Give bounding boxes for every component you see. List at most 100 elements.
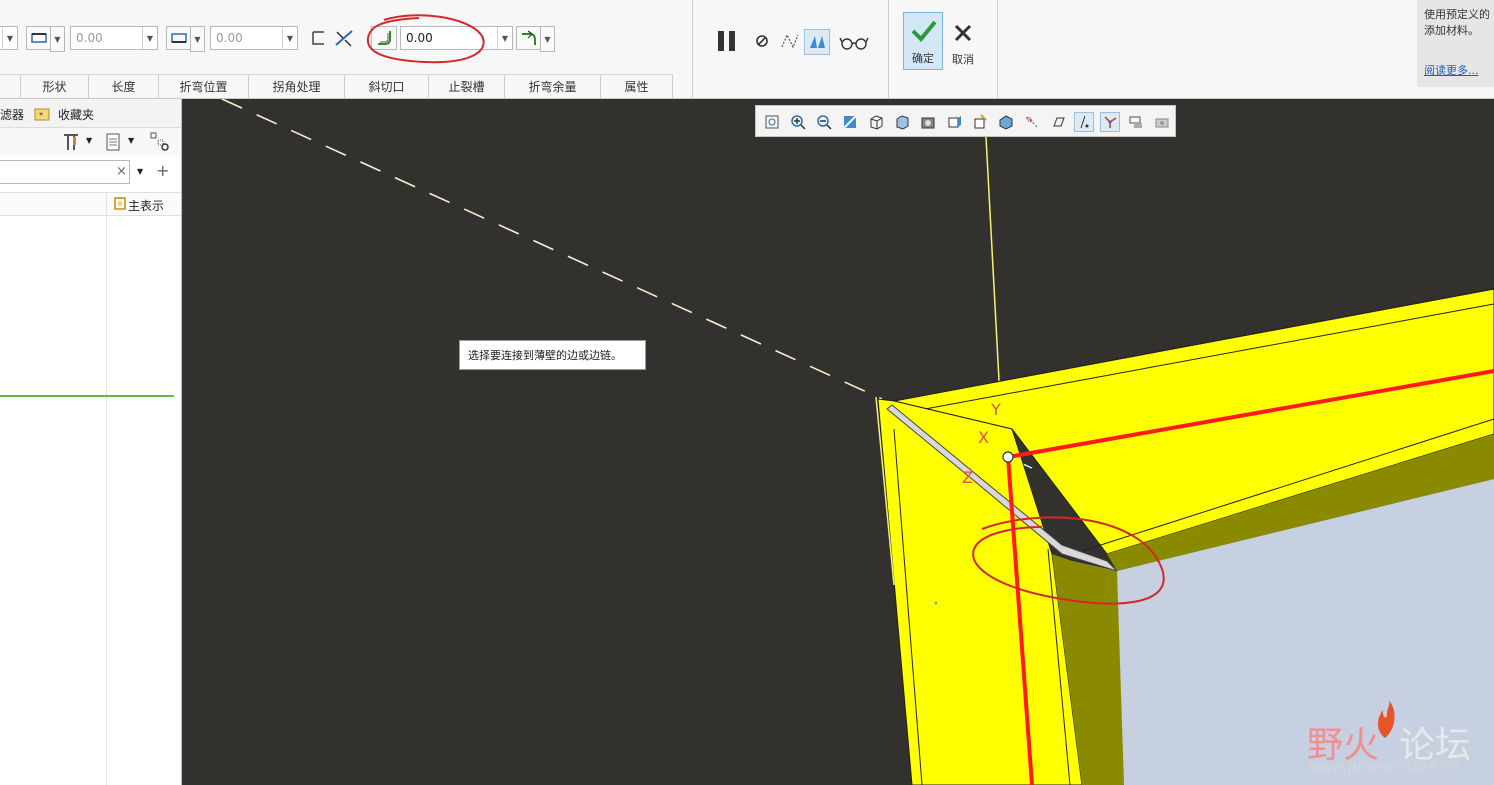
view-toolbar: % [755,105,1176,137]
svg-text:*: * [39,111,43,120]
offset-option-button[interactable]: ▼ [166,26,205,52]
axis-label-x: X [978,428,989,447]
tools-icon[interactable] [62,132,80,152]
add-icon[interactable]: + [156,161,169,180]
chevron-down-icon[interactable]: ▼ [190,26,205,52]
chevron-down-icon[interactable]: ▼ [86,136,92,145]
refit-button[interactable] [762,112,782,132]
offset-option-icon [171,33,187,43]
datum-csys-button[interactable] [1100,112,1120,132]
chevron-down-icon: ▼ [2,27,17,49]
annotation-icon [1129,116,1142,128]
saved-orientations-button[interactable] [892,112,912,132]
appearance-icon [999,115,1013,130]
chevron-down-icon[interactable]: ▼ [50,26,65,52]
flip-side-icon [312,31,324,45]
axis-label-z: Z [962,468,973,487]
type-dropdown[interactable]: ▼ [0,26,18,50]
tab-label: 形状 [42,80,67,94]
tab-shape[interactable]: 形状 [21,74,89,98]
perspective-button[interactable] [944,112,964,132]
favorites-folder-icon: * [34,108,50,121]
spin-center-icon [1155,118,1169,128]
tab-filter[interactable]: 滤器 [0,106,24,123]
watermark: 野火 论坛 www.proewildfire.cn [1307,700,1487,780]
tab-length[interactable]: 长度 [89,74,159,98]
show-document-icon[interactable] [104,132,122,152]
flip-side-button[interactable] [308,26,330,50]
chevron-down-icon: ▼ [142,27,157,49]
display-style-button[interactable] [866,112,886,132]
zoom-in-button[interactable] [788,112,808,132]
annotation-ellipse [366,14,485,64]
section-button[interactable] [970,112,990,132]
tab-label: 折弯位置 [179,80,228,94]
watermark-url: www.proewildfire.cn [1309,760,1460,775]
radius-dimension-button[interactable]: ▼ [516,26,555,52]
tab-miter-cut[interactable]: 斜切口 [345,74,429,98]
zoom-in-icon [791,115,806,130]
spin-center-button[interactable] [1152,112,1172,132]
datum-axes-icon: % [1026,116,1038,128]
detached-preview-icon [810,36,825,48]
perspective-icon [948,116,961,128]
ok-label: 确定 [912,52,934,65]
clear-icon[interactable]: × [116,164,127,179]
read-more-link[interactable]: 阅读更多... [1424,63,1479,78]
chevron-down-icon[interactable]: ▼ [128,136,134,145]
cancel-label: 取消 [952,53,974,66]
radius-dimension-icon [522,30,536,45]
section-icon [974,114,987,129]
master-representation-header: 主表示 [128,199,165,213]
datum-planes-button[interactable] [1048,112,1068,132]
edge-start-point [1002,451,1014,463]
wall-width-option-button[interactable]: ▼ [26,26,65,52]
tab-relief[interactable]: 止裂槽 [429,74,505,98]
model-tree-panel: 滤器 * 收藏夹 ▼ ▼ × ▼ + 主表示 [0,99,182,785]
ok-button[interactable]: 确定 [903,12,943,70]
divider [692,0,693,98]
width-value-field[interactable]: 0.00 ▼ [70,26,158,50]
tab-label: 折弯余量 [528,80,577,94]
appearance-button[interactable] [996,112,1016,132]
offset-value-field[interactable]: 0.00 ▼ [210,26,298,50]
orientation-icon [896,115,909,130]
csys-icon [1104,116,1117,128]
tab-partial[interactable] [0,74,21,98]
pause-button[interactable] [712,28,742,54]
help-panel: 使用预定义的 添加材料。 阅读更多... [1417,0,1494,87]
datum-points-button[interactable] [1074,112,1094,132]
annotation-display-button[interactable] [1126,112,1146,132]
chevron-down-icon[interactable]: ▼ [137,167,143,176]
search-input[interactable]: × [0,160,130,184]
chevron-down-icon: ▼ [282,27,297,49]
view-manager-button[interactable] [918,112,938,132]
tab-corner-treatment[interactable]: 拐角处理 [249,74,345,98]
zoom-out-button[interactable] [814,112,834,132]
graphics-viewport[interactable]: Y X Z [182,99,1494,785]
thickness-flip-button[interactable] [332,26,356,50]
zoom-out-icon [817,115,832,130]
verify-button[interactable] [838,31,870,53]
cancel-button[interactable]: 取消 [945,12,981,70]
tab-favorites[interactable]: 收藏夹 [58,106,94,123]
selection-prompt-tooltip: 选择要连接到薄壁的边或边链。 [459,340,646,370]
chevron-down-icon[interactable]: ▼ [540,26,555,52]
view-manager-icon [921,117,935,129]
detached-preview-button[interactable] [804,29,830,55]
attached-preview-button[interactable] [778,29,802,53]
tree-settings-icon[interactable] [150,132,170,152]
no-preview-button[interactable] [752,31,772,51]
pause-icon [718,31,735,51]
ribbon: ▼ ▼ 0.00 ▼ ▼ 0.00 ▼ 0.00 ▼ ▼ 形状 长度 折弯位置 … [0,0,1494,99]
tab-label: 斜切口 [368,80,405,94]
pick-point [934,601,938,605]
axis-label-y: Y [990,400,1001,419]
no-preview-icon [756,35,768,47]
tab-bend-allowance[interactable]: 折弯余量 [505,74,601,98]
tab-bend-position[interactable]: 折弯位置 [159,74,249,98]
close-icon [954,24,972,42]
repaint-button[interactable] [840,112,860,132]
datum-axes-button[interactable]: % [1022,112,1042,132]
tab-properties[interactable]: 属性 [601,74,673,98]
